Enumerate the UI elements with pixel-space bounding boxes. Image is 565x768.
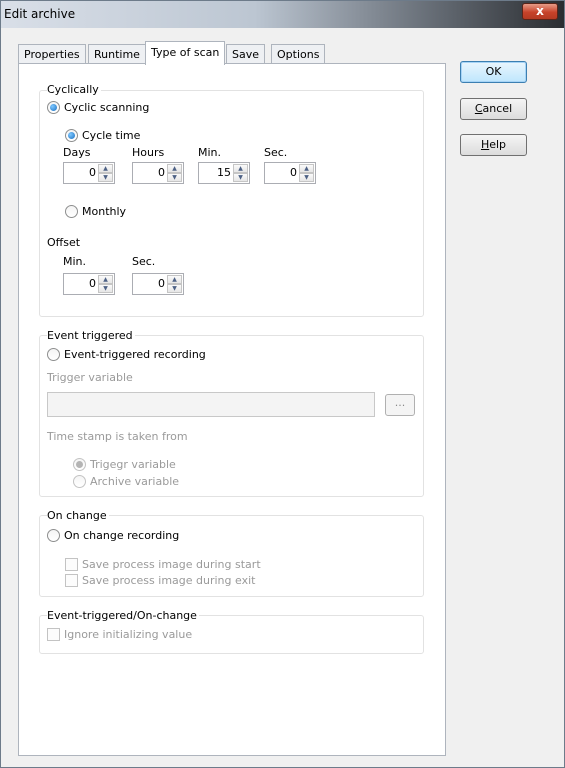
monthly-label: Monthly bbox=[82, 205, 127, 218]
hours-label: Hours bbox=[132, 146, 165, 159]
spin-down-icon[interactable]: ▼ bbox=[299, 173, 314, 182]
trigger-variable-field[interactable] bbox=[47, 392, 375, 417]
min-spinner[interactable]: 15 ▲ ▼ bbox=[198, 162, 250, 184]
ok-button[interactable]: OK bbox=[460, 61, 527, 83]
tab-options[interactable]: Options bbox=[271, 44, 326, 64]
spin-up-icon[interactable]: ▲ bbox=[299, 164, 314, 173]
title-bar[interactable]: Edit archive x bbox=[1, 1, 564, 28]
offset-min-value: 0 bbox=[89, 277, 96, 290]
hours-spinner[interactable]: 0 ▲ ▼ bbox=[132, 162, 184, 184]
spin-up-icon[interactable]: ▲ bbox=[233, 164, 248, 173]
close-icon: x bbox=[536, 4, 544, 18]
ignore-initial-checkbox[interactable] bbox=[47, 628, 60, 641]
offset-min-label: Min. bbox=[63, 255, 87, 268]
monthly-radio[interactable] bbox=[65, 205, 78, 218]
on-change-recording-radio[interactable] bbox=[47, 529, 60, 542]
archive-variable-option-label: Archive variable bbox=[90, 475, 180, 488]
cyclic-scanning-radio[interactable] bbox=[47, 101, 60, 114]
cycle-time-label: Cycle time bbox=[82, 129, 141, 142]
tab-save[interactable]: Save bbox=[226, 44, 266, 64]
spin-down-icon[interactable]: ▼ bbox=[233, 173, 248, 182]
on-change-group-label: On change bbox=[47, 509, 109, 522]
cycle-time-radio[interactable] bbox=[65, 129, 78, 142]
event-triggered-group-label: Event triggered bbox=[47, 329, 135, 342]
days-value: 0 bbox=[89, 166, 96, 179]
spin-down-icon[interactable]: ▼ bbox=[167, 173, 182, 182]
spin-up-icon[interactable]: ▲ bbox=[98, 275, 113, 284]
spin-up-icon[interactable]: ▲ bbox=[167, 164, 182, 173]
cyclic-scanning-label: Cyclic scanning bbox=[64, 101, 150, 114]
trigger-variable-option-label: Trigegr variable bbox=[90, 458, 176, 471]
help-mnemonic: H bbox=[480, 138, 490, 151]
hours-value: 0 bbox=[158, 166, 165, 179]
event-on-change-group-label: Event-triggered/On-change bbox=[47, 609, 199, 622]
save-exit-label: Save process image during exit bbox=[82, 574, 256, 587]
sec-label: Sec. bbox=[264, 146, 288, 159]
archive-variable-radio[interactable] bbox=[73, 475, 86, 488]
on-change-recording-label: On change recording bbox=[64, 529, 180, 542]
offset-label: Offset bbox=[47, 236, 81, 249]
save-start-label: Save process image during start bbox=[82, 558, 261, 571]
save-start-checkbox[interactable] bbox=[65, 558, 78, 571]
offset-sec-label: Sec. bbox=[132, 255, 156, 268]
cyclically-group-label: Cyclically bbox=[47, 83, 101, 96]
spin-up-icon[interactable]: ▲ bbox=[98, 164, 113, 173]
help-button[interactable]: Help bbox=[460, 134, 527, 156]
offset-sec-value: 0 bbox=[158, 277, 165, 290]
ignore-initial-label: Ignore initializing value bbox=[64, 628, 193, 641]
offset-min-spinner[interactable]: 0 ▲ ▼ bbox=[63, 273, 115, 295]
tab-runtime[interactable]: Runtime bbox=[88, 44, 146, 64]
edit-archive-dialog: Edit archive x Properties Runtime Type o… bbox=[0, 0, 565, 768]
timestamp-source-label: Time stamp is taken from bbox=[47, 430, 188, 443]
tab-properties[interactable]: Properties bbox=[18, 44, 86, 64]
sec-spinner[interactable]: 0 ▲ ▼ bbox=[264, 162, 316, 184]
browse-trigger-variable-button[interactable]: ... bbox=[385, 394, 415, 416]
save-exit-checkbox[interactable] bbox=[65, 574, 78, 587]
days-spinner[interactable]: 0 ▲ ▼ bbox=[63, 162, 115, 184]
ok-label: OK bbox=[485, 65, 502, 78]
days-label: Days bbox=[63, 146, 91, 159]
spin-up-icon[interactable]: ▲ bbox=[167, 275, 182, 284]
event-triggered-recording-radio[interactable] bbox=[47, 348, 60, 361]
trigger-variable-label: Trigger variable bbox=[47, 371, 133, 384]
min-label: Min. bbox=[198, 146, 222, 159]
spin-down-icon[interactable]: ▼ bbox=[98, 284, 113, 293]
close-button[interactable]: x bbox=[522, 3, 558, 20]
spin-down-icon[interactable]: ▼ bbox=[98, 173, 113, 182]
sec-value: 0 bbox=[290, 166, 297, 179]
help-label: elp bbox=[489, 138, 507, 151]
window-title: Edit archive bbox=[4, 7, 76, 21]
browse-label: ... bbox=[394, 396, 406, 409]
offset-sec-spinner[interactable]: 0 ▲ ▼ bbox=[132, 273, 184, 295]
cancel-mnemonic: C bbox=[474, 102, 483, 115]
cancel-button[interactable]: Cancel bbox=[460, 98, 527, 120]
cancel-label: ancel bbox=[482, 102, 513, 115]
trigger-variable-radio[interactable] bbox=[73, 458, 86, 471]
tab-type-of-scan[interactable]: Type of scan bbox=[145, 41, 226, 65]
spin-down-icon[interactable]: ▼ bbox=[167, 284, 182, 293]
min-value: 15 bbox=[217, 166, 231, 179]
event-triggered-recording-label: Event-triggered recording bbox=[64, 348, 206, 361]
